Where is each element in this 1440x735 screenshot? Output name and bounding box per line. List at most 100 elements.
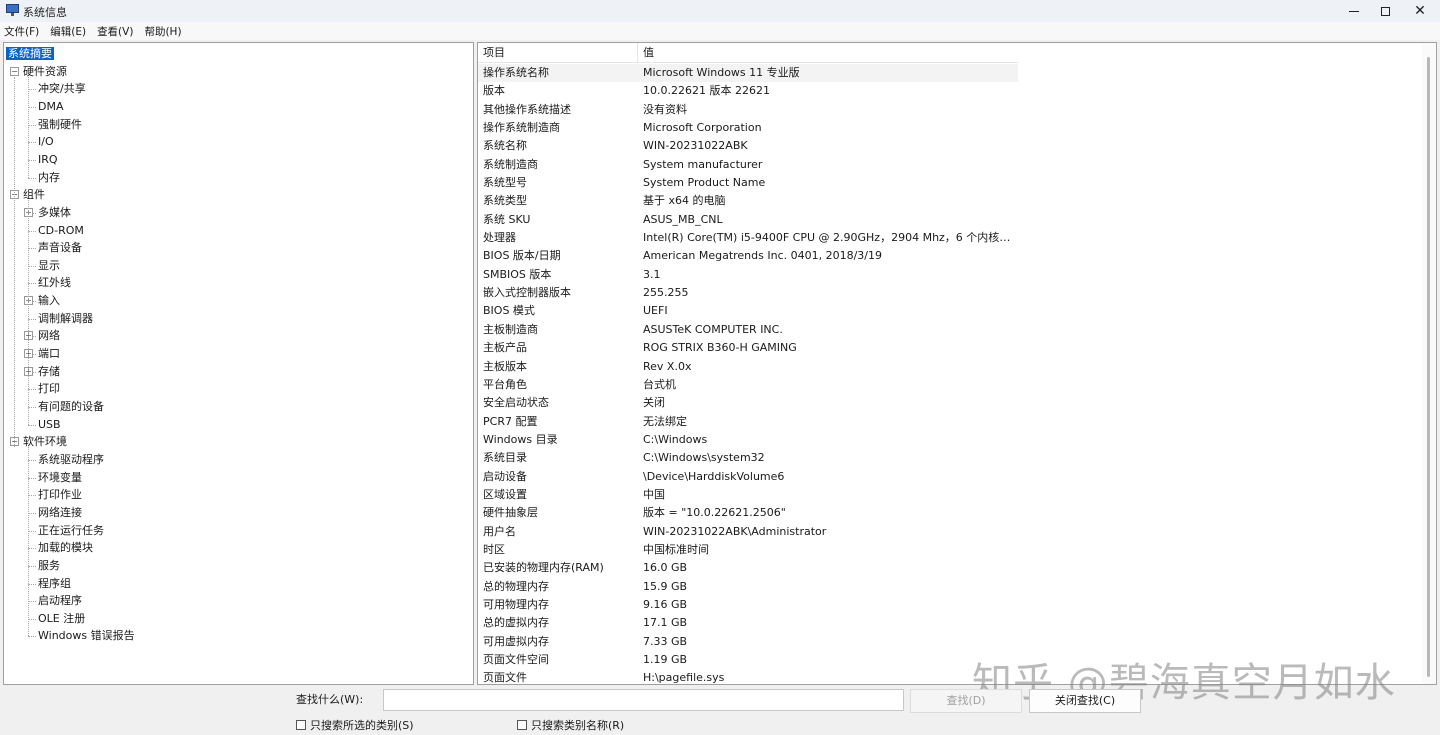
table-row[interactable]: 系统目录 C:\Windows\system32 [478,449,1018,467]
tree-item[interactable]: 调制解调器 [38,310,93,327]
tree-item[interactable]: 组件 [23,186,45,203]
tree-item[interactable]: USB [38,416,61,433]
tree-item[interactable]: 启动程序 [38,592,82,609]
table-row[interactable]: 可用虚拟内存 7.33 GB [478,633,1018,651]
tree-item-label: 服务 [38,558,60,572]
table-row[interactable]: 主板产品 ROG STRIX B360-H GAMING [478,339,1018,357]
tree-item[interactable]: I/O [38,133,54,150]
tree-item[interactable]: 系统摘要 [6,45,54,62]
tree-item[interactable]: 打印 [38,380,60,397]
table-row[interactable]: Windows 目录 C:\Windows [478,431,1018,449]
row-item: 系统型号 [483,176,527,190]
tree-item[interactable]: 冲突/共享 [38,80,86,97]
table-row[interactable]: 用户名 WIN-20231022ABK\Administrator [478,523,1018,541]
details-list[interactable]: 项目 值 操作系统名称 Microsoft Windows 11 专业版 版本 10.… [477,42,1437,685]
tree-item[interactable]: 环境变量 [38,469,82,486]
search-category-names-checkbox[interactable]: 只搜索类别名称(R) [517,717,624,733]
tree-connector [28,548,36,550]
tree-item[interactable]: CD-ROM [38,222,84,239]
table-row[interactable]: 操作系统制造商 Microsoft Corporation [478,119,1018,137]
row-value: 中国 [643,487,665,501]
close-button[interactable]: ✕ [1397,0,1440,22]
row-value: UEFI [643,304,668,318]
tree-item[interactable]: 存储 [38,363,60,380]
table-row[interactable]: BIOS 版本/日期 American Megatrends Inc. 0401,… [478,247,1018,265]
tree-item[interactable]: OLE 注册 [38,610,85,627]
tree-item[interactable]: 声音设备 [38,239,82,256]
tree-item[interactable]: 系统驱动程序 [38,451,104,468]
menu-view[interactable]: 查看(V) [97,24,133,39]
row-value: 关闭 [643,396,665,410]
table-row[interactable]: 系统型号 System Product Name [478,174,1018,192]
table-row[interactable]: 处理器 Intel(R) Core(TM) i5-9400F CPU @ 2.90… [478,229,1018,247]
table-row[interactable]: 平台角色 台式机 [478,376,1018,394]
menu-help[interactable]: 帮助(H) [144,24,181,39]
tree-item[interactable]: 网络 [38,327,60,344]
scrollbar-thumb[interactable] [1427,57,1430,677]
tree-item[interactable]: 端口 [38,345,60,362]
tree-item[interactable]: IRQ [38,151,58,168]
category-tree[interactable]: 系统摘要 硬件资源 − 冲突/共享 DMA 强制硬件 I/O IRQ 内存 组件 − 多媒体 + CD-R… [3,42,474,685]
tree-connector [28,407,36,408]
tree-item[interactable]: 程序组 [38,575,71,592]
tree-item[interactable]: 网络连接 [38,504,82,521]
table-row[interactable]: 页面文件空间 1.19 GB [478,651,1018,669]
find-what-input[interactable] [383,689,904,711]
tree-item[interactable]: 内存 [38,169,60,186]
find-button[interactable]: 查找(D) [910,689,1022,713]
vertical-scrollbar[interactable] [1422,43,1436,684]
column-header-item[interactable]: 项目 [478,43,638,63]
tree-item[interactable]: 输入 [38,292,60,309]
table-row[interactable]: 操作系统名称 Microsoft Windows 11 专业版 [478,64,1018,83]
table-row[interactable]: 已安装的物理内存(RAM) 16.0 GB [478,559,1018,577]
row-item: 平台角色 [483,377,527,391]
table-row[interactable]: 页面文件 H:\pagefile.sys [478,669,1018,684]
table-row[interactable]: 可用物理内存 9.16 GB [478,596,1018,614]
tree-item[interactable]: 正在运行任务 [38,522,104,539]
tree-item[interactable]: 强制硬件 [38,116,82,133]
tree-item[interactable]: 红外线 [38,274,71,291]
search-selected-category-checkbox[interactable]: 只搜索所选的类别(S) [296,717,414,733]
table-row[interactable]: 时区 中国标准时间 [478,541,1018,559]
row-value: ASUSTeK COMPUTER INC. [643,322,783,336]
table-row[interactable]: 启动设备 \Device\HarddiskVolume6 [478,468,1018,486]
tree-item[interactable]: 多媒体 [38,204,71,221]
tree-item[interactable]: 打印作业 [38,486,82,503]
tree-item[interactable]: DMA [38,98,64,115]
tree-connector [28,106,36,108]
column-header-value[interactable]: 值 [638,43,1018,63]
table-row[interactable]: 版本 10.0.22621 版本 22621 [478,82,1018,100]
title-bar[interactable]: 系统信息 ✕ [0,0,1440,22]
table-row[interactable]: 安全启动状态 关闭 [478,394,1018,412]
table-row[interactable]: 系统 SKU ASUS_MB_CNL [478,211,1018,229]
table-row[interactable]: 系统名称 WIN-20231022ABK [478,137,1018,155]
table-row[interactable]: 总的虚拟内存 17.1 GB [478,614,1018,632]
table-row[interactable]: BIOS 模式 UEFI [478,302,1018,320]
table-row[interactable]: 系统类型 基于 x64 的电脑 [478,192,1018,210]
close-find-button[interactable]: 关闭查找(C) [1029,689,1141,713]
tree-item[interactable]: 硬件资源 [23,63,67,80]
checkbox-box[interactable] [517,720,527,730]
tree-item[interactable]: 服务 [38,557,60,574]
table-row[interactable]: 系统制造商 System manufacturer [478,156,1018,174]
menu-file[interactable]: 文件(F) [4,24,39,39]
table-row[interactable]: PCR7 配置 无法绑定 [478,413,1018,431]
table-row[interactable]: 主板版本 Rev X.0x [478,358,1018,376]
tree-item[interactable]: 有问题的设备 [38,398,104,415]
tree-item[interactable]: 软件环境 [23,433,67,450]
table-row[interactable]: 其他操作系统描述 没有资料 [478,101,1018,119]
tree-item-label: 启动程序 [38,594,82,608]
table-row[interactable]: SMBIOS 版本 3.1 [478,266,1018,284]
checkbox-box[interactable] [296,720,306,730]
collapse-icon[interactable]: − [10,66,19,76]
tree-connector [28,583,36,585]
table-row[interactable]: 总的物理内存 15.9 GB [478,578,1018,596]
table-row[interactable]: 硬件抽象层 版本 = "10.0.22621.2506" [478,504,1018,522]
tree-item[interactable]: Windows 错误报告 [38,627,135,644]
tree-item[interactable]: 加载的模块 [38,539,93,556]
table-row[interactable]: 嵌入式控制器版本 255.255 [478,284,1018,302]
table-row[interactable]: 主板制造商 ASUSTeK COMPUTER INC. [478,321,1018,339]
tree-item[interactable]: 显示 [38,257,60,274]
menu-edit[interactable]: 编辑(E) [50,24,86,39]
table-row[interactable]: 区域设置 中国 [478,486,1018,504]
